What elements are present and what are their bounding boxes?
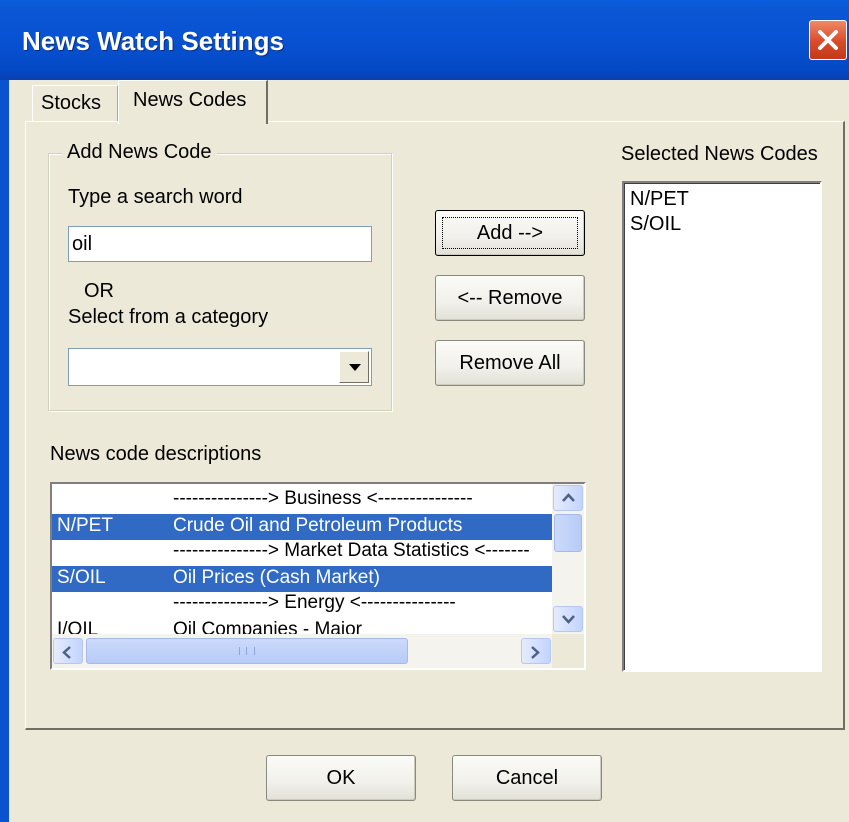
- cancel-button-label: Cancel: [495, 766, 559, 789]
- tab-stocks[interactable]: Stocks: [32, 85, 118, 121]
- chevron-up-icon: [562, 493, 575, 502]
- row-text: ---------------> Energy <---------------: [173, 592, 456, 613]
- group-legend: Add News Code: [62, 141, 217, 164]
- list-item[interactable]: ---------------> Energy <---------------: [52, 592, 552, 618]
- remove-button-label: <-- Remove: [457, 286, 563, 309]
- scroll-right-button[interactable]: [521, 638, 551, 664]
- close-button[interactable]: [809, 20, 847, 60]
- title-bar: News Watch Settings: [0, 0, 849, 80]
- search-input[interactable]: [68, 226, 372, 262]
- list-item[interactable]: S/OIL: [630, 212, 820, 237]
- scroll-up-button[interactable]: [553, 485, 583, 511]
- row-text: ---------------> Market Data Statistics …: [173, 540, 530, 561]
- horizontal-scroll-thumb[interactable]: [86, 638, 408, 664]
- remove-all-button[interactable]: Remove All: [435, 340, 585, 386]
- add-button[interactable]: Add -->: [435, 210, 585, 256]
- ok-button[interactable]: OK: [266, 755, 416, 801]
- category-dropdown-button[interactable]: [339, 351, 369, 383]
- descriptions-label: News code descriptions: [50, 443, 262, 465]
- list-item[interactable]: N/PET Crude Oil and Petroleum Products: [52, 514, 552, 540]
- ok-button-label: OK: [326, 766, 356, 789]
- window-frame: [0, 80, 9, 822]
- chevron-down-icon: [562, 615, 575, 624]
- chevron-left-icon: [62, 646, 71, 659]
- row-text: Oil Prices (Cash Market): [173, 567, 380, 588]
- cancel-button[interactable]: Cancel: [452, 755, 602, 801]
- row-text: Crude Oil and Petroleum Products: [173, 515, 463, 536]
- selected-codes-list[interactable]: N/PET S/OIL: [622, 181, 822, 672]
- remove-button[interactable]: <-- Remove: [435, 275, 585, 321]
- grip-icon: [239, 647, 255, 655]
- focus-rect: [442, 217, 578, 249]
- descriptions-list[interactable]: ---------------> Business <-------------…: [50, 482, 586, 670]
- category-select[interactable]: [68, 348, 372, 386]
- tab-news-codes[interactable]: News Codes: [118, 80, 268, 124]
- chevron-down-icon: [349, 364, 361, 371]
- list-item[interactable]: N/PET: [630, 187, 820, 212]
- remove-all-button-label: Remove All: [459, 351, 561, 374]
- list-item[interactable]: ---------------> Market Data Statistics …: [52, 540, 552, 566]
- or-label: OR: [84, 280, 114, 302]
- row-code: N/PET: [57, 515, 113, 536]
- category-label: Select from a category: [68, 306, 269, 328]
- row-text: ---------------> Business <-------------…: [173, 488, 473, 509]
- selected-codes-label: Selected News Codes: [621, 143, 818, 165]
- scroll-left-button[interactable]: [53, 638, 83, 664]
- window-title: News Watch Settings: [22, 26, 284, 56]
- list-item[interactable]: S/OIL Oil Prices (Cash Market): [52, 566, 552, 592]
- list-item[interactable]: ---------------> Business <-------------…: [52, 488, 552, 514]
- scroll-down-button[interactable]: [553, 606, 583, 632]
- vertical-scrollbar[interactable]: [552, 484, 584, 634]
- vertical-scroll-thumb[interactable]: [554, 514, 582, 552]
- row-code: S/OIL: [57, 567, 106, 588]
- horizontal-scrollbar[interactable]: [52, 634, 552, 668]
- close-icon: [818, 30, 838, 50]
- chevron-right-icon: [531, 646, 540, 659]
- search-label: Type a search word: [68, 186, 243, 208]
- scrollbar-corner: [552, 634, 584, 668]
